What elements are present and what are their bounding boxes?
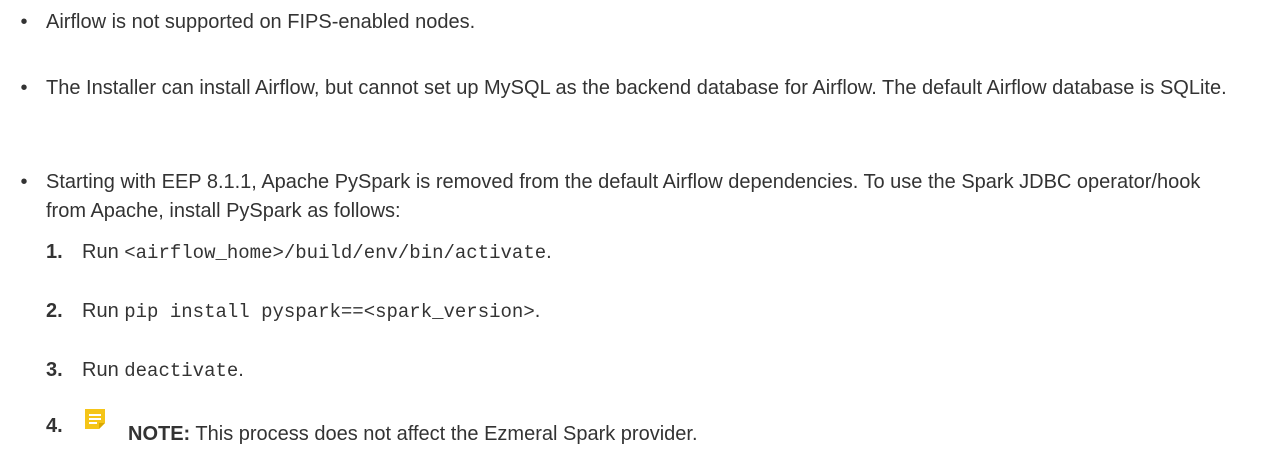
step-number: 4. xyxy=(46,415,63,437)
step-prefix: Run xyxy=(82,300,125,322)
bullet-icon: • xyxy=(20,171,28,193)
bullet-icon: • xyxy=(20,77,28,99)
note-label: NOTE: xyxy=(128,423,191,445)
list-item-text: Airflow is not supported on FIPS-enabled… xyxy=(46,11,476,33)
step-text: Run pip install pyspark==<spark_version>… xyxy=(82,297,540,327)
code-snippet: deactivate xyxy=(124,360,239,382)
step-suffix: . xyxy=(534,300,541,322)
step-suffix: . xyxy=(238,359,244,381)
code-snippet: pip install pyspark==<spark_version> xyxy=(124,301,535,323)
code-snippet: <airflow_home>/build/env/bin/activate xyxy=(124,242,547,264)
step-suffix: . xyxy=(546,241,552,263)
step-prefix: Run xyxy=(82,241,125,263)
list-item-text: The Installer can install Airflow, but c… xyxy=(46,77,1227,99)
document-page: • Airflow is not supported on FIPS-enabl… xyxy=(0,0,1266,466)
note-icon xyxy=(85,409,105,429)
note-text: NOTE: This process does not affect the E… xyxy=(128,420,698,449)
step-number: 3. xyxy=(46,359,63,381)
bullet-icon: • xyxy=(20,11,28,33)
note-body: This process does not affect the Ezmeral… xyxy=(190,423,698,445)
step-text: Run <airflow_home>/build/env/bin/activat… xyxy=(82,238,552,268)
step-number: 2. xyxy=(46,300,63,322)
step-number: 1. xyxy=(46,241,63,263)
step-text: Run deactivate. xyxy=(82,356,244,386)
step-prefix: Run xyxy=(82,359,125,381)
list-item-text: Starting with EEP 8.1.1, Apache PySpark … xyxy=(46,171,1201,222)
